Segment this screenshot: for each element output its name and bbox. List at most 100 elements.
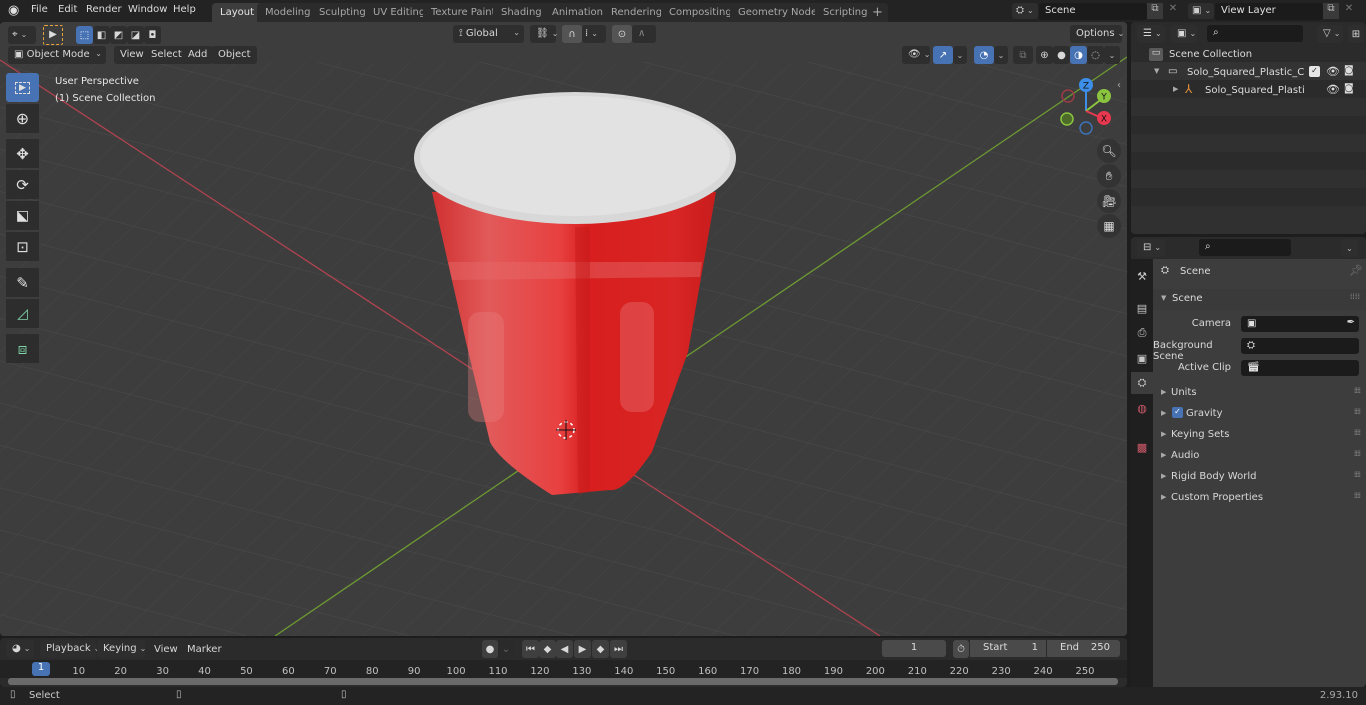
playback-dropdown[interactable]: Playback⌄: [40, 640, 100, 658]
jump-end-button[interactable]: ⏭: [610, 640, 627, 658]
outliner-scene-collection[interactable]: ▭ Scene Collection: [1131, 46, 1366, 64]
menu-help[interactable]: Help: [173, 4, 196, 15]
expand-arrow-icon[interactable]: ▼: [1154, 67, 1159, 75]
next-keyframe-button[interactable]: ◆: [592, 640, 609, 658]
preview-range-icon[interactable]: ⏱: [953, 640, 969, 658]
editor-type-icon[interactable]: ⌖ ⌄: [8, 26, 36, 44]
visibility-dropdown[interactable]: 👁 ⌄: [902, 46, 930, 64]
drag-grip-icon[interactable]: ⁞⁞⁞⁞: [1350, 292, 1360, 301]
tab-texture[interactable]: ▩: [1131, 436, 1153, 458]
tool-scale[interactable]: ⬕: [6, 201, 39, 230]
prev-keyframe-button[interactable]: ◆: [539, 640, 556, 658]
tool-select-box[interactable]: ▶: [6, 73, 39, 102]
timeline-editor-type[interactable]: ◕ ⌄: [6, 640, 34, 658]
panel-gravity[interactable]: ▶ ✓ Gravity ⁞⁞⁞⁞: [1153, 404, 1366, 425]
timeline-scrollbar[interactable]: [8, 678, 1118, 685]
shading-dropdown[interactable]: ⌄: [1104, 46, 1120, 64]
outliner-editor-type[interactable]: ☰ ⌄: [1137, 25, 1165, 43]
play-button[interactable]: ▶: [574, 640, 591, 658]
tab-view-layer[interactable]: ▣: [1131, 347, 1153, 369]
tool-cursor[interactable]: ⊕: [6, 104, 39, 133]
tool-add-cube[interactable]: ⧈: [6, 334, 39, 363]
new-collection-icon[interactable]: ⊞: [1348, 25, 1364, 43]
camera-view-button[interactable]: 🎥︎: [1097, 189, 1121, 213]
panel-scene-header[interactable]: ▼ Scene ⁞⁞⁞⁞: [1153, 289, 1366, 310]
current-frame-field[interactable]: 1: [882, 640, 946, 657]
jump-start-button[interactable]: ⏮: [522, 640, 539, 658]
proportional-edit-icon[interactable]: ⊙: [612, 25, 632, 43]
keying-dropdown[interactable]: Keying ⌄: [97, 640, 146, 658]
tab-compositing[interactable]: Compositing: [661, 3, 740, 22]
tab-tool[interactable]: ⚒: [1131, 265, 1153, 287]
eye-icon[interactable]: 👁︎: [1326, 83, 1340, 96]
gizmo-dropdown[interactable]: ⌄: [953, 46, 967, 64]
ortho-toggle-button[interactable]: ▦: [1097, 214, 1121, 238]
menu-add[interactable]: Add: [182, 46, 214, 64]
exclude-checkbox[interactable]: ✓: [1309, 66, 1320, 77]
panel-rigid-body-world[interactable]: ▶ Rigid Body World ⁞⁞⁞⁞: [1153, 467, 1366, 488]
falloff-dropdown[interactable]: ∧: [632, 25, 656, 43]
select-new-icon[interactable]: ⬚: [76, 26, 93, 44]
gizmo-toggle-icon[interactable]: ↗: [933, 46, 953, 64]
tool-measure[interactable]: ◿: [6, 299, 39, 328]
blender-logo-icon[interactable]: ◉: [8, 3, 19, 18]
select-subtract-icon[interactable]: ◩: [110, 26, 127, 44]
properties-search-input[interactable]: ⌕: [1199, 239, 1291, 256]
active-clip-field[interactable]: 🎬︎: [1241, 360, 1359, 376]
background-scene-field[interactable]: ⛭: [1241, 338, 1359, 354]
outliner-item-collection[interactable]: ▼ ▭ Solo_Squared_Plastic_Cup_wi ✓ 👁︎ ◙: [1131, 64, 1366, 82]
render-camera-icon[interactable]: ◙: [1344, 65, 1354, 76]
close-view-layer-icon[interactable]: ✕: [1341, 3, 1357, 19]
add-workspace-button[interactable]: +: [867, 3, 888, 22]
panel-units[interactable]: ▶ Units ⁞⁞⁞⁞: [1153, 383, 1366, 404]
menu-window[interactable]: Window: [128, 4, 167, 15]
tab-world[interactable]: ◍: [1131, 397, 1153, 419]
tab-modeling[interactable]: Modeling: [257, 3, 319, 22]
snap-target-dropdown[interactable]: ⁞ ⌄: [582, 25, 606, 43]
select-invert-icon[interactable]: ◪: [127, 26, 144, 44]
playhead[interactable]: 1: [32, 662, 50, 676]
tool-rotate[interactable]: ⟳: [6, 170, 39, 199]
close-scene-icon[interactable]: ✕: [1165, 3, 1181, 19]
scene-selector-icon[interactable]: ⛭ ⌄: [1012, 3, 1038, 19]
menu-render[interactable]: Render: [86, 4, 122, 15]
pan-view-button[interactable]: ✋︎: [1097, 164, 1121, 188]
3d-viewport[interactable]: Z Y X ⌖ ⌄ ▶ ⬚ ◧ ◩ ◪ ◘ ⟟ Global ⌄ ⛓ ⌄ ∩ ⁞ ⌄ ⊙…: [0, 22, 1127, 636]
tool-move[interactable]: ✥: [6, 139, 39, 168]
tab-output[interactable]: ⎙: [1131, 322, 1153, 344]
filter-dropdown[interactable]: ▽ ⌄: [1317, 25, 1343, 43]
menu-object[interactable]: Object: [212, 46, 257, 64]
xray-toggle-icon[interactable]: ⧉: [1013, 46, 1033, 64]
gravity-checkbox[interactable]: ✓: [1172, 407, 1183, 418]
sidebar-toggle-icon[interactable]: ‹: [1117, 80, 1121, 91]
panel-audio[interactable]: ▶ Audio ⁞⁞⁞⁞: [1153, 446, 1366, 467]
properties-options-dropdown[interactable]: ⌄: [1341, 239, 1358, 257]
active-tool-icon[interactable]: ▶: [43, 25, 63, 45]
menu-edit[interactable]: Edit: [58, 4, 77, 15]
timeline-view-menu[interactable]: View: [154, 644, 178, 655]
tool-transform[interactable]: ⊡: [6, 232, 39, 261]
menu-file[interactable]: File: [31, 4, 48, 15]
material-preview-shading-icon[interactable]: ◑: [1070, 46, 1087, 64]
tab-shading[interactable]: Shading: [493, 3, 550, 22]
camera-field[interactable]: ▣ ✒: [1241, 316, 1359, 332]
overlays-toggle-icon[interactable]: ◔: [974, 46, 994, 64]
properties-editor-type[interactable]: ⊟ ⌄: [1137, 239, 1165, 257]
auto-keying-toggle[interactable]: ●: [482, 640, 498, 658]
tab-layout[interactable]: Layout: [212, 3, 262, 22]
pin-icon[interactable]: 📌︎: [1349, 264, 1363, 277]
view-layer-field[interactable]: View Layer: [1215, 3, 1323, 20]
zoom-view-button[interactable]: 🔍︎: [1097, 139, 1121, 163]
solid-shading-icon[interactable]: ●: [1053, 46, 1070, 64]
scene-name-field[interactable]: Scene: [1039, 3, 1147, 20]
eyedropper-icon[interactable]: ✒: [1347, 317, 1355, 328]
play-reverse-button[interactable]: ◀: [556, 640, 573, 658]
wireframe-shading-icon[interactable]: ⊕: [1036, 46, 1053, 64]
tool-annotate[interactable]: ✎: [6, 268, 39, 297]
start-frame-field[interactable]: Start 1: [970, 640, 1046, 657]
panel-keying-sets[interactable]: ▶ Keying Sets ⁞⁞⁞⁞: [1153, 425, 1366, 446]
expand-arrow-icon[interactable]: ▶: [1173, 85, 1178, 93]
pivot-point-dropdown[interactable]: ⛓ ⌄: [530, 25, 558, 43]
rendered-shading-icon[interactable]: ◌: [1087, 46, 1104, 64]
neg-y-axis-handle[interactable]: [1060, 112, 1074, 126]
